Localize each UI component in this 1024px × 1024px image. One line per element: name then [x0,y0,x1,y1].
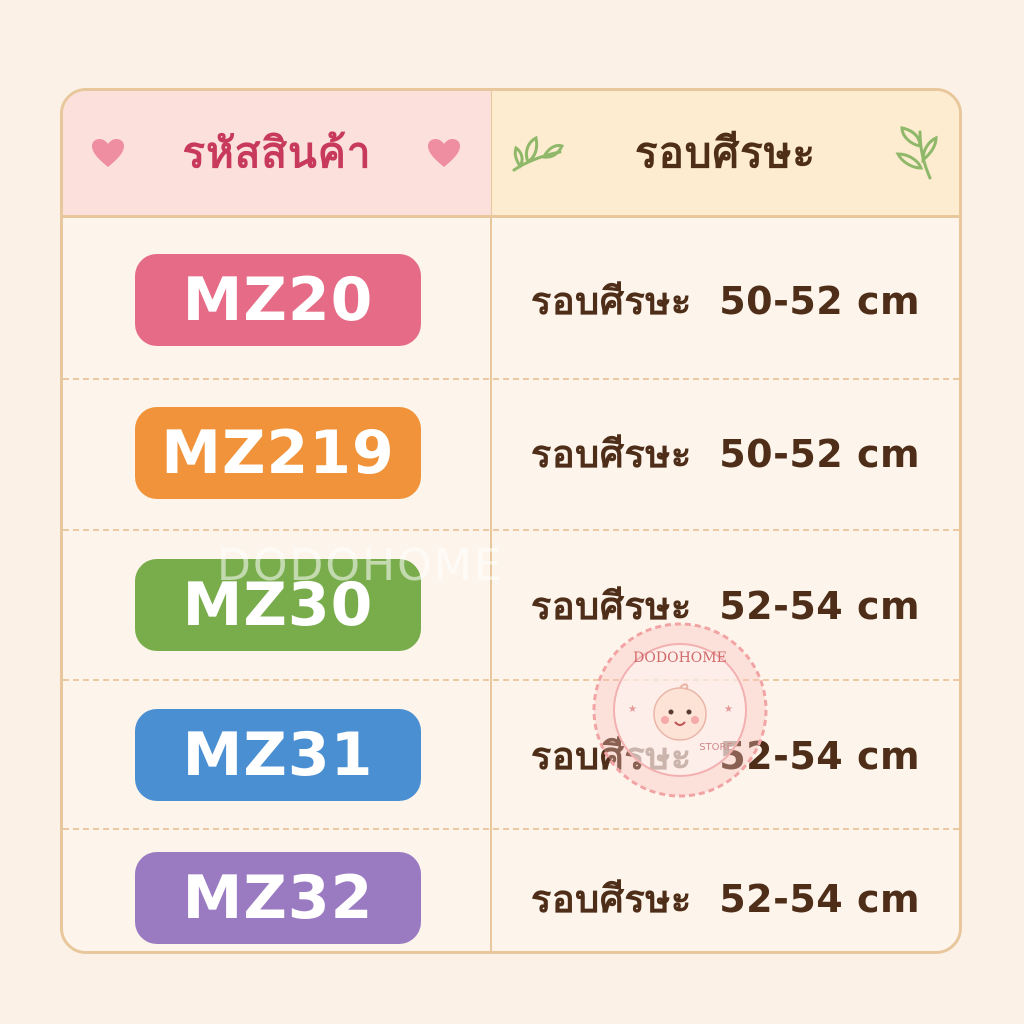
table-row: MZ32 รอบศีรษะ 52-54 cm [63,816,959,951]
table-row: MZ30 รอบศีรษะ 52-54 cm [63,523,959,673]
leaf-sprig-icon [895,126,938,180]
star-icon: ★ [724,704,733,715]
product-code-badge: MZ31 [135,709,421,801]
table-row: MZ219 รอบศีรษะ 50-52 cm [63,371,959,521]
header-code-column: รหัสสินค้า [63,91,491,218]
table-row: MZ31 รอบศีรษะ 52-54 cm [63,673,959,823]
size-table: รหัสสินค้า รอบศีรษะ MZ20 รอบศีรษะ 50-52 … [60,88,962,954]
watermark-text: DODOHOME [217,540,504,591]
product-code-badge: MZ20 [135,254,421,346]
product-code-badge: MZ219 [135,407,421,499]
head-size-text: รอบศีรษะ 50-52 cm [530,278,921,323]
head-size-text: รอบศีรษะ 52-54 cm [530,876,921,921]
heart-icon [428,139,460,167]
header-size-column: รอบศีรษะ [492,91,959,218]
stamp-brand-text: DODOHOME [633,650,727,666]
store-stamp-logo: DODOHOME STORE ★ ★ [592,622,768,798]
head-size-text: รอบศีรษะ 50-52 cm [530,431,921,476]
leaf-sprig-icon [512,135,564,172]
table-row: MZ20 รอบศีรษะ 50-52 cm [63,218,959,368]
product-code-badge: MZ32 [135,852,421,944]
header-code-label: รหัสสินค้า [182,128,372,177]
star-icon: ★ [628,704,637,715]
heart-icon [92,139,124,167]
stamp-store-text: STORE [699,742,733,753]
header-size-label: รอบศีรษะ [635,128,816,177]
